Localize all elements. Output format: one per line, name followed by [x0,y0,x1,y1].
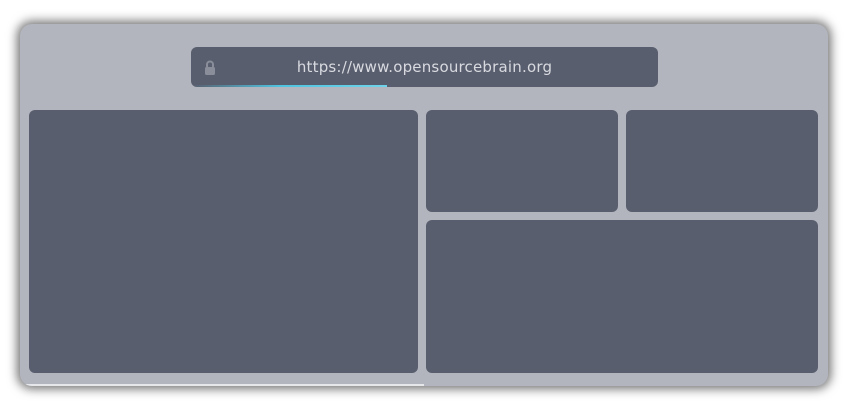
panel-bottom-right [426,220,818,373]
panel-top-right-1 [426,110,618,212]
page-load-progress-fill [191,85,388,87]
address-bar[interactable]: https://www.opensourcebrain.org [191,47,658,87]
status-line [20,384,424,386]
url-text: https://www.opensourcebrain.org [296,58,553,76]
panel-main-left [29,110,418,373]
panel-top-right-2 [626,110,818,212]
browser-window: https://www.opensourcebrain.org [20,24,828,386]
page-load-progress [191,85,658,87]
